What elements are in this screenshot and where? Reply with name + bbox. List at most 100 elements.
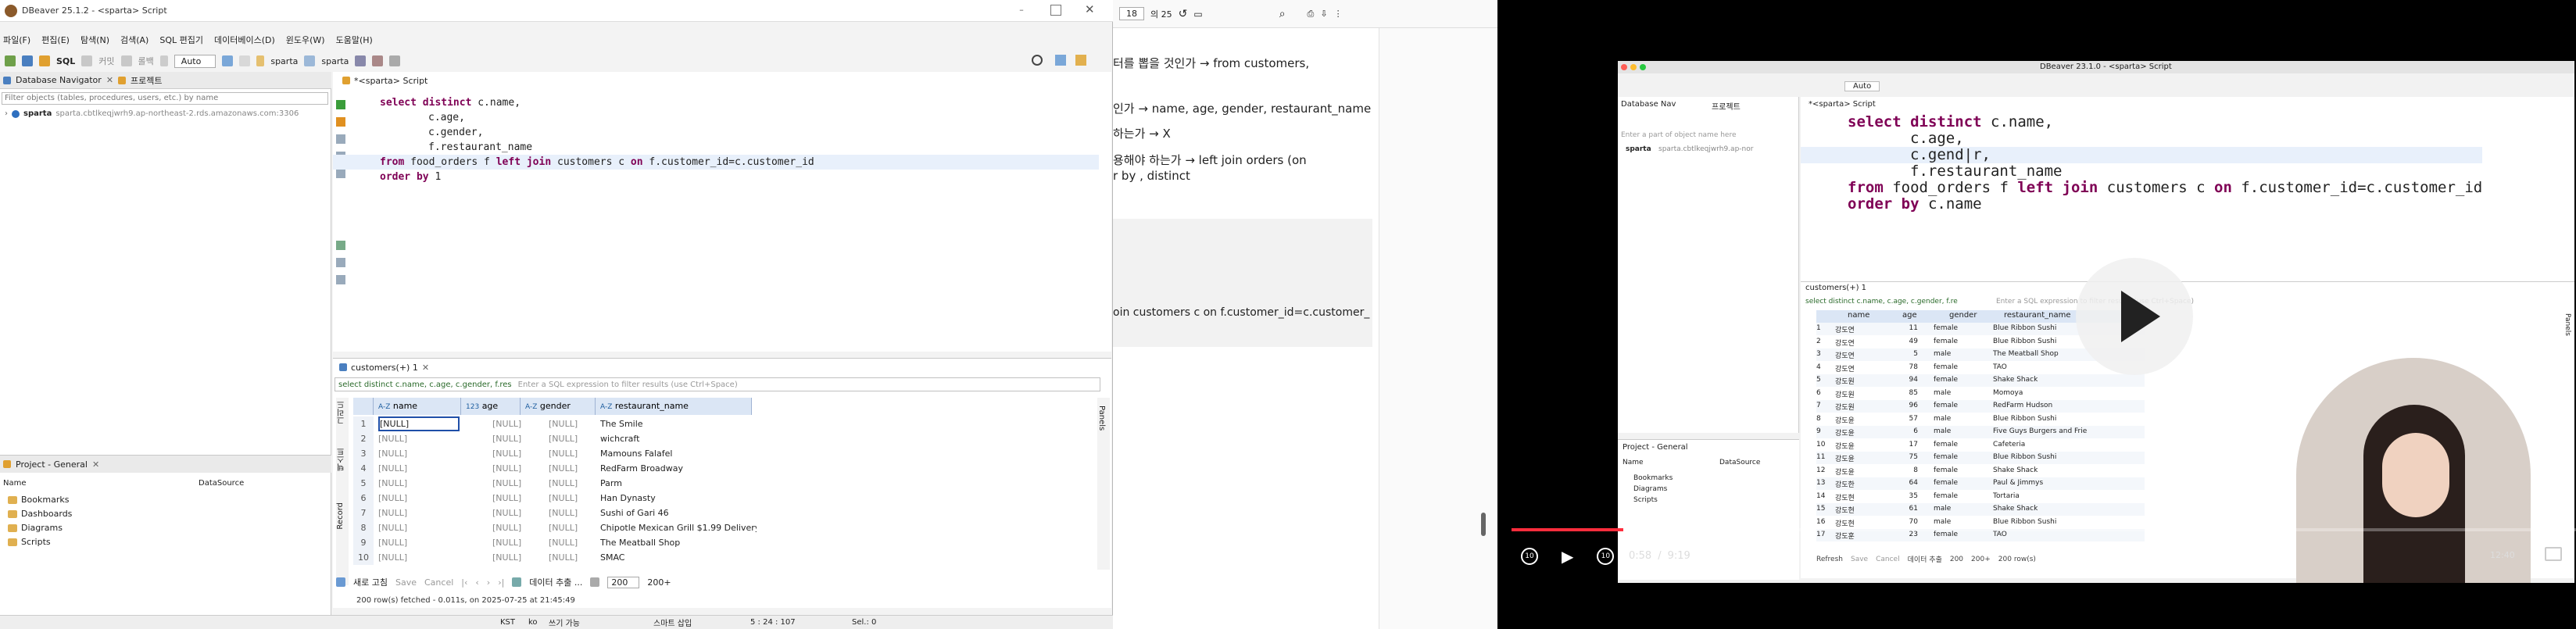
table-cell[interactable]: [NULL] [492, 535, 547, 550]
pdf-more-icon[interactable]: ⋮ [1334, 9, 1343, 19]
minimize-button[interactable]: – [1016, 5, 1027, 16]
table-cell[interactable]: [NULL] [492, 416, 547, 431]
print-icon[interactable]: ⎙ [1308, 9, 1315, 20]
project-item-dashboards[interactable]: Dashboards [8, 509, 72, 519]
row-number[interactable]: 8 [353, 520, 374, 535]
table-cell[interactable]: [NULL] [378, 535, 460, 550]
rollback-icon[interactable] [120, 55, 132, 66]
sql-editor-icon[interactable] [39, 55, 50, 66]
menu-file[interactable]: 파일(F) [3, 34, 30, 46]
column-header-gender[interactable]: A-Z gender [521, 398, 596, 415]
maximize-button[interactable] [1050, 5, 1061, 16]
export-icon[interactable] [336, 169, 345, 178]
cancel-button[interactable]: Cancel [424, 577, 453, 588]
table-cell[interactable]: [NULL] [378, 520, 460, 535]
table-cell[interactable]: [NULL] [492, 476, 547, 491]
table-row[interactable]: 6 [NULL] [NULL] [NULL] Han Dynasty [353, 491, 760, 506]
nav-prev-icon[interactable]: ‹ [475, 577, 478, 588]
new-connection-icon[interactable] [5, 55, 16, 66]
menu-search[interactable]: 검색(A) [120, 34, 148, 46]
table-row[interactable]: 5 [NULL] [NULL] [NULL] Parm [353, 476, 760, 491]
table-cell[interactable]: RedFarm Broadway [600, 461, 757, 476]
nav-next-icon[interactable]: › [487, 577, 490, 588]
export-data-button[interactable]: 데이터 추출 ... [529, 576, 582, 588]
table-cell[interactable]: [NULL] [378, 431, 460, 446]
transaction-icon[interactable] [159, 55, 168, 66]
row-number[interactable]: 4 [353, 461, 374, 476]
forward-10-icon[interactable]: 10 [1597, 548, 1615, 565]
table-cell[interactable]: [NULL] [492, 550, 547, 565]
column-header-name[interactable]: A-Z name [374, 398, 461, 415]
filter-input[interactable]: Enter a SQL expression to filter results… [518, 381, 738, 389]
row-number[interactable]: 10 [353, 550, 374, 565]
row-number[interactable]: 9 [353, 535, 374, 550]
rewind-10-icon[interactable]: 10 [1521, 548, 1538, 565]
execute-script-icon[interactable] [336, 117, 345, 127]
table-row[interactable]: 10 [NULL] [NULL] [NULL] SMAC [353, 550, 760, 565]
table-row[interactable]: 2 [NULL] [NULL] [NULL] wichcraft [353, 431, 760, 446]
column-header-restaurant-name[interactable]: A-Z restaurant_name [596, 398, 752, 415]
close-tab-icon[interactable]: ✕ [106, 75, 113, 85]
row-count-button[interactable]: 200+ [647, 577, 671, 588]
active-connection-select[interactable]: sparta [270, 56, 298, 66]
search-icon[interactable] [1032, 55, 1043, 66]
pdf-search-icon[interactable]: ⌕ [1279, 8, 1286, 20]
format-sql-icon[interactable] [336, 258, 345, 267]
table-row[interactable]: 9 [NULL] [NULL] [NULL] The Meatball Shop [353, 535, 760, 550]
connection-tree-item[interactable]: › sparta sparta.cbtlkeqjwrh9.ap-northeas… [5, 109, 299, 118]
nav-first-icon[interactable]: |‹ [461, 577, 467, 588]
editor-tab[interactable]: *<sparta> Script [336, 73, 434, 88]
table-row[interactable]: 7 [NULL] [NULL] [NULL] Sushi of Gari 46 [353, 506, 760, 520]
video-progress-track[interactable] [1512, 528, 2576, 531]
tab-grid[interactable]: 그리드 [336, 401, 348, 424]
commit-icon[interactable] [81, 55, 93, 66]
chevron-right-icon[interactable]: › [5, 109, 8, 118]
settings-icon[interactable] [336, 241, 345, 250]
table-cell[interactable]: [NULL] [378, 550, 460, 565]
table-cell[interactable]: [NULL] [378, 446, 460, 461]
results-tab[interactable]: customers(+) 1 ✕ [335, 360, 434, 374]
nav-last-icon[interactable]: ›| [498, 577, 504, 588]
table-cell[interactable]: Mamouns Falafel [600, 446, 757, 461]
save-button[interactable]: Save [395, 577, 417, 588]
row-number[interactable]: 2 [353, 431, 374, 446]
refresh-icon[interactable] [222, 55, 234, 66]
menu-help[interactable]: 도움말(H) [336, 34, 373, 46]
panels-toggle[interactable]: Panels [1097, 406, 1106, 431]
execute-icon[interactable] [336, 100, 345, 109]
play-button[interactable] [2076, 258, 2193, 375]
table-cell[interactable]: [NULL] [492, 431, 547, 446]
table-cell[interactable]: [NULL] [492, 491, 547, 506]
navigator-filter-input[interactable]: Filter objects (tables, procedures, user… [2, 92, 328, 105]
column-header-age[interactable]: 123 age [461, 398, 521, 415]
row-number[interactable]: 6 [353, 491, 374, 506]
results-filter-bar[interactable]: select distinct c.name, c.age, c.gender,… [335, 377, 1100, 391]
table-cell[interactable]: The Meatball Shop [600, 535, 757, 550]
table-cell[interactable]: Parm [600, 476, 757, 491]
active-schema-select[interactable]: sparta [321, 56, 349, 66]
fullscreen-icon[interactable] [2545, 547, 2562, 561]
table-cell[interactable]: [NULL] [378, 506, 460, 520]
refresh-button[interactable]: 새로 고침 [353, 576, 388, 588]
search-tool-icon[interactable] [389, 55, 401, 66]
table-cell[interactable]: [NULL] [378, 461, 460, 476]
format-icon[interactable] [355, 55, 367, 66]
table-cell[interactable]: [NULL] [492, 461, 547, 476]
sql-button[interactable]: SQL [56, 56, 75, 66]
pdf-page-input[interactable]: 18 [1119, 7, 1144, 20]
table-row[interactable]: 3 [NULL] [NULL] [NULL] Mamouns Falafel [353, 446, 760, 461]
table-cell[interactable]: [NULL] [492, 520, 547, 535]
pdf-sidebar-icon[interactable]: ▭ [1193, 9, 1202, 20]
commit-button[interactable]: 커밋 [98, 55, 114, 67]
tab-record[interactable]: Record [336, 502, 345, 530]
menu-window[interactable]: 윈도우(W) [286, 34, 325, 46]
fetch-settings-icon[interactable] [590, 577, 600, 587]
row-number[interactable]: 1 [353, 416, 374, 431]
tab-text[interactable]: 텍스트 [336, 448, 348, 471]
auto-commit-select[interactable]: Auto [174, 54, 216, 68]
project-item-diagrams[interactable]: Diagrams [8, 523, 63, 533]
table-row[interactable]: 4 [NULL] [NULL] [NULL] RedFarm Broadway [353, 461, 760, 476]
row-number[interactable]: 5 [353, 476, 374, 491]
table-cell[interactable]: [NULL] [378, 416, 460, 431]
explain-icon[interactable] [336, 134, 345, 144]
